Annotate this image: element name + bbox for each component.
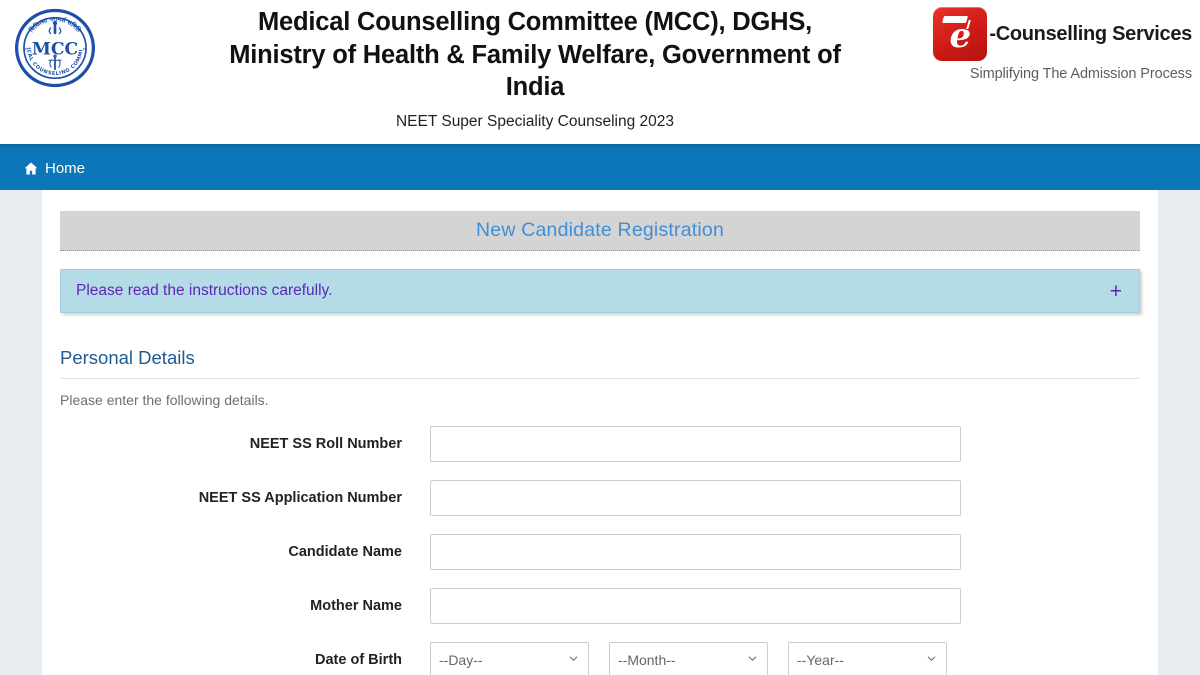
instructions-alert[interactable]: Please read the instructions carefully. … xyxy=(60,269,1140,313)
input-neet-ss-application-number[interactable] xyxy=(430,480,961,516)
dob-day-wrap: --Day-- xyxy=(430,642,589,675)
page-background: New Candidate Registration Please read t… xyxy=(0,190,1200,675)
header-title-block: Medical Counselling Committee (MCC), DGH… xyxy=(110,0,960,131)
site-header: चिकित्सा परामर्श समिति MEDICAL COUNSELIN… xyxy=(0,0,1200,144)
main-navbar: Home xyxy=(0,144,1200,190)
form-row-mother-name: Mother Name xyxy=(60,588,1140,624)
nav-item-home[interactable]: Home xyxy=(24,160,85,177)
mcc-logo-container: चिकित्सा परामर्श समिति MEDICAL COUNSELIN… xyxy=(0,0,110,88)
badge-letter: e xyxy=(949,16,972,56)
label-candidate-name: Candidate Name xyxy=(288,544,402,560)
panel-heading-title: New Candidate Registration xyxy=(476,219,724,241)
page-title: Medical Counselling Committee (MCC), DGH… xyxy=(229,8,841,102)
dob-year-wrap: --Year-- xyxy=(788,642,947,675)
date-of-birth-group: --Day-- --Month-- --Year-- xyxy=(430,642,947,675)
expand-plus-icon[interactable]: + xyxy=(1110,281,1124,302)
section-subtitle: Please enter the following details. xyxy=(60,392,269,408)
instructions-alert-text: Please read the instructions carefully. xyxy=(76,282,333,299)
select-dob-month[interactable]: --Month-- xyxy=(609,642,768,675)
form-row-date-of-birth: Date of Birth --Day-- --Month-- --Year-- xyxy=(60,642,1140,675)
input-neet-ss-roll-number[interactable] xyxy=(430,426,961,462)
graduation-cap-icon xyxy=(942,16,969,23)
panel-heading: New Candidate Registration xyxy=(60,211,1140,251)
personal-details-form: NEET SS Roll Number NEET SS Application … xyxy=(60,426,1140,675)
select-dob-year[interactable]: --Year-- xyxy=(788,642,947,675)
home-icon xyxy=(24,162,38,175)
section-title-personal-details: Personal Details xyxy=(60,347,1140,379)
label-neet-ss-roll-number: NEET SS Roll Number xyxy=(249,436,402,452)
nav-item-home-label: Home xyxy=(45,160,86,177)
label-mother-name: Mother Name xyxy=(310,598,402,614)
form-row-neet-ss-roll-number: NEET SS Roll Number xyxy=(60,426,1140,462)
input-mother-name[interactable] xyxy=(430,588,961,624)
form-row-neet-ss-application-number: NEET SS Application Number xyxy=(60,480,1140,516)
form-row-candidate-name: Candidate Name xyxy=(60,534,1140,570)
mcc-seal-icon: चिकित्सा परामर्श समिति MEDICAL COUNSELIN… xyxy=(14,8,95,88)
dob-month-wrap: --Month-- xyxy=(609,642,768,675)
label-date-of-birth: Date of Birth xyxy=(315,652,402,668)
ecounselling-name: -Counselling Services xyxy=(989,22,1192,45)
content-card: New Candidate Registration Please read t… xyxy=(42,190,1158,675)
ecounselling-logo-container: e -Counselling Services Simplifying The … xyxy=(933,0,1200,82)
label-neet-ss-application-number: NEET SS Application Number xyxy=(198,490,402,506)
input-candidate-name[interactable] xyxy=(430,534,961,570)
select-dob-day[interactable]: --Day-- xyxy=(430,642,589,675)
ecounselling-badge-icon: e xyxy=(933,7,988,61)
page-subtitle: NEET Super Speciality Counseling 2023 xyxy=(395,112,675,130)
ecounselling-tagline: Simplifying The Admission Process xyxy=(969,66,1192,82)
